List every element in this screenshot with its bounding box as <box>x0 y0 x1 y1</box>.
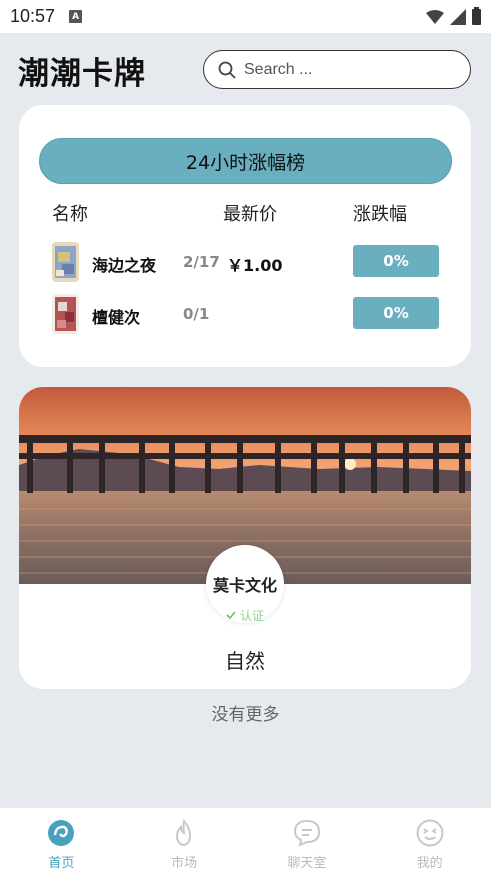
nav-label: 首页 <box>48 856 75 871</box>
battery-icon <box>472 6 481 25</box>
nav-item-home[interactable]: 首页 <box>0 808 123 874</box>
column-header-change: 涨跌幅 <box>353 204 407 225</box>
home-icon <box>48 820 75 846</box>
status-icons <box>426 6 481 25</box>
row-name: 海边之夜 <box>92 256 157 275</box>
app-logo: 潮潮卡牌 <box>18 56 146 92</box>
row-count: 2/17 <box>183 253 220 271</box>
feature-card[interactable]: 莫卡文化 认证 自然 <box>19 387 471 689</box>
row-price: ￥1.00 <box>227 256 283 275</box>
nav-label: 聊天室 <box>287 856 327 871</box>
feature-title: 自然 <box>225 649 265 673</box>
header: 潮潮卡牌 <box>0 34 491 104</box>
search-icon <box>218 61 236 79</box>
wifi-icon <box>426 9 444 24</box>
ranking-row[interactable]: 檀健次 0/1 0% <box>19 294 471 334</box>
ranking-card: 24小时涨幅榜 名称 最新价 涨跌幅 海边之夜 2/17 ￥1.00 0% 檀健… <box>19 105 471 367</box>
flame-icon <box>176 818 192 847</box>
ranking-title-button[interactable]: 24小时涨幅榜 <box>39 138 452 184</box>
ranking-row[interactable]: 海边之夜 2/17 ￥1.00 0% <box>19 242 471 282</box>
nav-item-market[interactable]: 市场 <box>123 808 246 874</box>
card-thumbnail <box>52 242 79 282</box>
verified-label: 认证 <box>239 608 264 623</box>
nav-label: 市场 <box>171 856 198 871</box>
search-input[interactable] <box>244 60 454 79</box>
nav-label: 我的 <box>416 856 443 871</box>
change-percent-badge[interactable]: 0% <box>353 297 439 329</box>
card-thumbnail <box>52 294 79 334</box>
bottom-nav: 首页 市场 聊天室 我的 <box>0 808 491 874</box>
row-count: 0/1 <box>183 305 210 323</box>
verified-badge: 认证 <box>200 603 290 627</box>
chat-icon <box>293 819 320 847</box>
status-time: 10:57 <box>10 6 56 26</box>
row-name: 檀健次 <box>92 308 141 327</box>
signal-icon <box>450 8 466 25</box>
column-header-price: 最新价 <box>223 204 277 225</box>
status-bar: 10:57 A <box>0 0 491 33</box>
change-percent-badge[interactable]: 0% <box>353 245 439 277</box>
notification-badge-icon: A <box>69 10 83 23</box>
search-box[interactable] <box>203 50 471 89</box>
nav-item-chat[interactable]: 聊天室 <box>246 808 369 874</box>
nav-item-profile[interactable]: 我的 <box>368 808 491 874</box>
column-header-name: 名称 <box>52 204 88 225</box>
check-icon <box>226 611 236 619</box>
no-more-text: 没有更多 <box>211 705 280 725</box>
smiley-icon <box>416 819 444 847</box>
